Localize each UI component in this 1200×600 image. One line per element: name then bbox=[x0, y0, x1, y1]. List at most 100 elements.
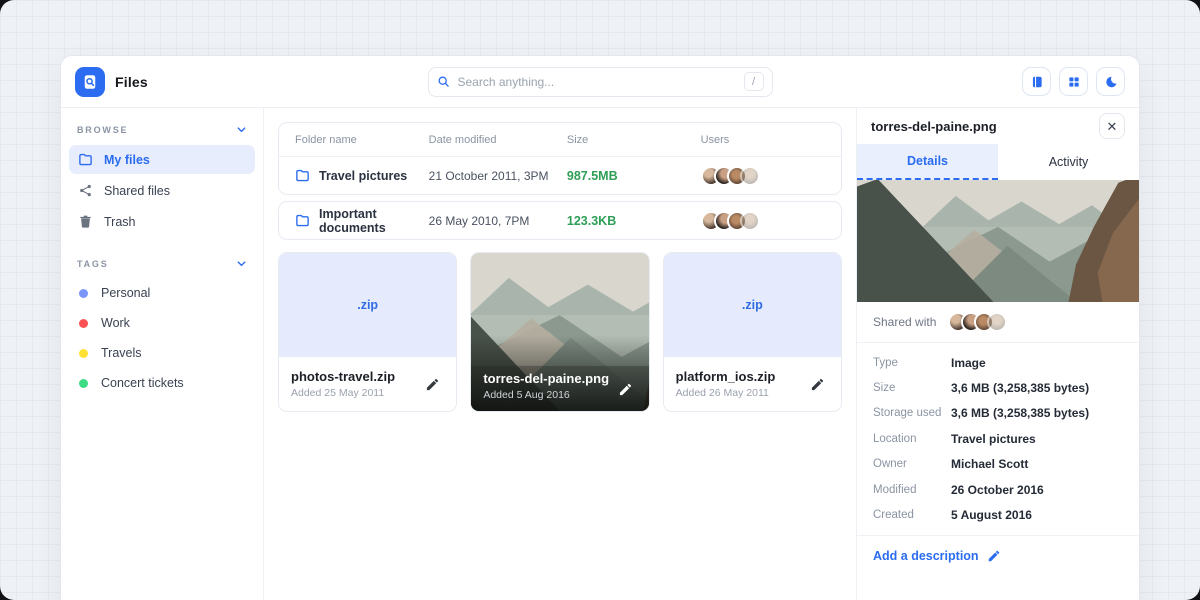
sidebar-item-trash[interactable]: Trash bbox=[69, 207, 255, 236]
detail-label: Created bbox=[873, 509, 951, 521]
sidebar-item-label: Shared files bbox=[104, 184, 170, 198]
close-panel-button[interactable]: ✕ bbox=[1099, 113, 1125, 139]
mountain-photo bbox=[857, 180, 1139, 302]
rename-file-button[interactable] bbox=[421, 373, 444, 396]
trash-icon bbox=[78, 214, 93, 229]
tab-details[interactable]: Details bbox=[857, 144, 998, 180]
notebook-button[interactable] bbox=[1022, 67, 1051, 96]
folder-size: 123.3KB bbox=[567, 214, 701, 228]
file-added-date: Added 25 May 2011 bbox=[291, 387, 395, 399]
tab-activity[interactable]: Activity bbox=[998, 144, 1139, 180]
dark-mode-button[interactable] bbox=[1096, 67, 1125, 96]
file-details-list: Type Image Size 3,6 MB (3,258,385 bytes)… bbox=[857, 343, 1139, 536]
date-modified: 21 October 2011, 3PM bbox=[429, 169, 567, 183]
zip-thumbnail: .zip bbox=[664, 253, 841, 357]
file-card-photos-travel-zip[interactable]: .zip photos-travel.zip Added 25 May 2011 bbox=[278, 252, 457, 412]
tag-label: Travels bbox=[101, 346, 142, 360]
tag-label: Work bbox=[101, 316, 130, 330]
app-logo[interactable] bbox=[75, 67, 105, 97]
app-header: Files / bbox=[61, 56, 1139, 108]
file-preview-image[interactable] bbox=[857, 180, 1139, 302]
avatar bbox=[987, 312, 1007, 332]
table-row-travel-pictures[interactable]: Travel pictures 21 October 2011, 3PM 987… bbox=[279, 157, 841, 194]
file-card-platform-ios-zip[interactable]: .zip platform_ios.zip Added 26 May 2011 bbox=[663, 252, 842, 412]
folder-name: Important documents bbox=[319, 207, 429, 235]
panel-tabs: Details Activity bbox=[857, 144, 1139, 180]
pencil-icon bbox=[810, 377, 825, 392]
date-modified: 26 May 2010, 7PM bbox=[429, 214, 567, 228]
file-card-torres-del-paine[interactable]: torres-del-paine.png Added 5 Aug 2016 bbox=[470, 252, 649, 412]
user-avatar-group[interactable] bbox=[701, 166, 825, 186]
page-title: Files bbox=[115, 74, 148, 90]
file-card-grid: .zip photos-travel.zip Added 25 May 2011 bbox=[278, 252, 842, 412]
rename-file-button[interactable] bbox=[614, 378, 637, 401]
close-icon: ✕ bbox=[1107, 120, 1118, 133]
detail-value: 3,6 MB (3,258,385 bytes) bbox=[951, 406, 1123, 420]
detail-value: Michael Scott bbox=[951, 457, 1123, 471]
detail-row-owner: Owner Michael Scott bbox=[873, 452, 1123, 477]
tag-color-dot bbox=[79, 289, 88, 298]
chevron-down-icon[interactable] bbox=[236, 124, 247, 135]
shared-with-row: Shared with bbox=[857, 302, 1139, 343]
sidebar-item-my-files[interactable]: My files bbox=[69, 145, 255, 174]
zip-thumbnail: .zip bbox=[279, 253, 456, 357]
detail-label: Owner bbox=[873, 458, 951, 470]
dark-mode-moon-icon bbox=[1104, 75, 1118, 89]
tag-item-concert-tickets[interactable]: Concert tickets bbox=[69, 369, 255, 397]
folder-icon bbox=[78, 152, 93, 167]
column-header-date-modified: Date modified bbox=[429, 134, 567, 146]
main-content: Folder name Date modified Size Users Tra… bbox=[264, 108, 856, 600]
folder-table: Folder name Date modified Size Users Tra… bbox=[278, 122, 842, 195]
folder-table-row-card: Important documents 26 May 2010, 7PM 123… bbox=[278, 201, 842, 240]
detail-row-location: Location Travel pictures bbox=[873, 426, 1123, 451]
table-row-important-documents[interactable]: Important documents 26 May 2010, 7PM 123… bbox=[279, 202, 841, 239]
chevron-down-icon[interactable] bbox=[236, 258, 247, 269]
header-actions bbox=[925, 67, 1125, 96]
tag-item-personal[interactable]: Personal bbox=[69, 279, 255, 307]
zip-badge: .zip bbox=[742, 298, 763, 312]
detail-value: 5 August 2016 bbox=[951, 508, 1123, 522]
search-input[interactable] bbox=[458, 75, 736, 89]
avatar bbox=[740, 211, 760, 231]
file-search-icon bbox=[81, 73, 99, 91]
detail-value: Image bbox=[951, 356, 1123, 370]
search-box[interactable]: / bbox=[428, 67, 773, 97]
column-header-size: Size bbox=[567, 134, 701, 146]
folder-icon bbox=[295, 213, 310, 228]
folder-size: 987.5MB bbox=[567, 169, 701, 183]
tag-item-work[interactable]: Work bbox=[69, 309, 255, 337]
grid-view-button[interactable] bbox=[1059, 67, 1088, 96]
detail-row-type: Type Image bbox=[873, 350, 1123, 375]
search-area: / bbox=[275, 67, 925, 97]
zip-badge: .zip bbox=[357, 298, 378, 312]
detail-row-modified: Modified 26 October 2016 bbox=[873, 477, 1123, 502]
detail-label: Type bbox=[873, 357, 951, 369]
detail-label: Modified bbox=[873, 484, 951, 496]
detail-label: Size bbox=[873, 382, 951, 394]
detail-value: Travel pictures bbox=[951, 432, 1123, 446]
tag-item-travels[interactable]: Travels bbox=[69, 339, 255, 367]
tag-color-dot bbox=[79, 349, 88, 358]
shared-avatar-group[interactable] bbox=[948, 312, 1007, 332]
shared-with-label: Shared with bbox=[873, 315, 936, 329]
search-shortcut-badge: / bbox=[744, 72, 764, 91]
share-icon bbox=[78, 183, 93, 198]
sidebar-item-shared-files[interactable]: Shared files bbox=[69, 176, 255, 205]
detail-value: 26 October 2016 bbox=[951, 483, 1123, 497]
app-brand: Files bbox=[75, 67, 275, 97]
add-description-button[interactable]: Add a description bbox=[857, 536, 1139, 576]
browse-section-label: BROWSE bbox=[77, 125, 128, 135]
pencil-icon bbox=[987, 549, 1001, 563]
file-name: photos-travel.zip bbox=[291, 369, 395, 384]
folder-name: Travel pictures bbox=[319, 169, 407, 183]
tag-color-dot bbox=[79, 319, 88, 328]
user-avatar-group[interactable] bbox=[701, 211, 825, 231]
folder-icon bbox=[295, 168, 310, 183]
detail-value: 3,6 MB (3,258,385 bytes) bbox=[951, 381, 1123, 395]
tags-section-label: TAGS bbox=[77, 259, 109, 269]
grid-view-icon bbox=[1067, 75, 1081, 89]
rename-file-button[interactable] bbox=[806, 373, 829, 396]
tag-label: Personal bbox=[101, 286, 150, 300]
file-added-date: Added 5 Aug 2016 bbox=[483, 389, 609, 401]
sidebar: BROWSE My files Shared files Trash TAGS bbox=[61, 108, 264, 600]
